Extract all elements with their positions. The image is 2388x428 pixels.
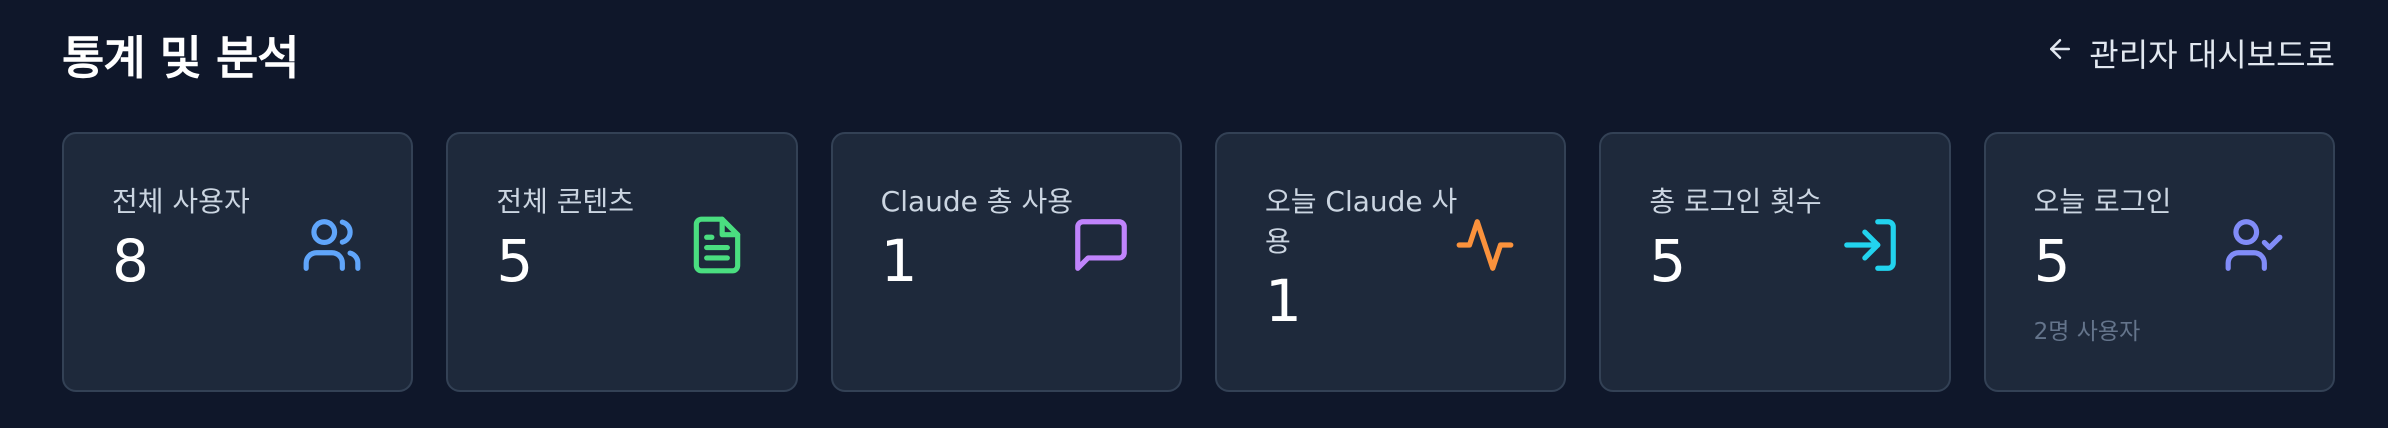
file-text-icon [686, 214, 748, 276]
stat-value: 8 [112, 227, 149, 295]
stat-value: 5 [1649, 227, 1687, 295]
message-square-icon [1070, 214, 1132, 276]
log-in-icon [1839, 214, 1901, 276]
stat-label: 오늘 로그인 [2033, 185, 2172, 218]
stat-card-claude-today-usage: 오늘 Claude 사용 1 [1214, 132, 1567, 392]
stat-value: 1 [1264, 267, 1302, 335]
page-header: 통계 및 분석 관리자 대시보드로 [62, 0, 2335, 100]
stat-label: Claude 총 사용 [880, 185, 1073, 218]
stat-card-total-users: 전체 사용자 8 [62, 132, 414, 392]
arrow-left-icon [2045, 34, 2075, 72]
activity-icon [1454, 214, 1516, 276]
stat-value: 1 [880, 227, 918, 295]
stats-cards: 전체 사용자 8 전체 콘텐츠 5 Claude 총 사용 1 오늘 Claud… [62, 132, 2335, 392]
stat-value: 5 [496, 227, 534, 295]
stat-label: 오늘 Claude 사용 [1264, 185, 1458, 258]
back-to-admin-dashboard-link[interactable]: 관리자 대시보드로 [2045, 30, 2335, 76]
stat-card-claude-total-usage: Claude 총 사용 1 [830, 132, 1182, 392]
users-icon [301, 214, 363, 276]
back-link-label: 관리자 대시보드로 [2089, 36, 2335, 74]
stat-card-total-content: 전체 콘텐츠 5 [446, 132, 798, 392]
stat-card-total-logins: 총 로그인 횟수 5 [1599, 132, 1951, 392]
stat-subtext: 2명 사용자 [2033, 319, 2141, 345]
user-check-icon [2223, 214, 2285, 276]
stat-value: 5 [2033, 227, 2071, 295]
stat-card-today-logins: 오늘 로그인 5 2명 사용자 [1983, 132, 2335, 392]
stat-label: 전체 콘텐츠 [496, 185, 635, 218]
page-title: 통계 및 분석 [62, 31, 300, 85]
stat-label: 총 로그인 횟수 [1649, 185, 1822, 218]
stat-label: 전체 사용자 [112, 185, 250, 218]
